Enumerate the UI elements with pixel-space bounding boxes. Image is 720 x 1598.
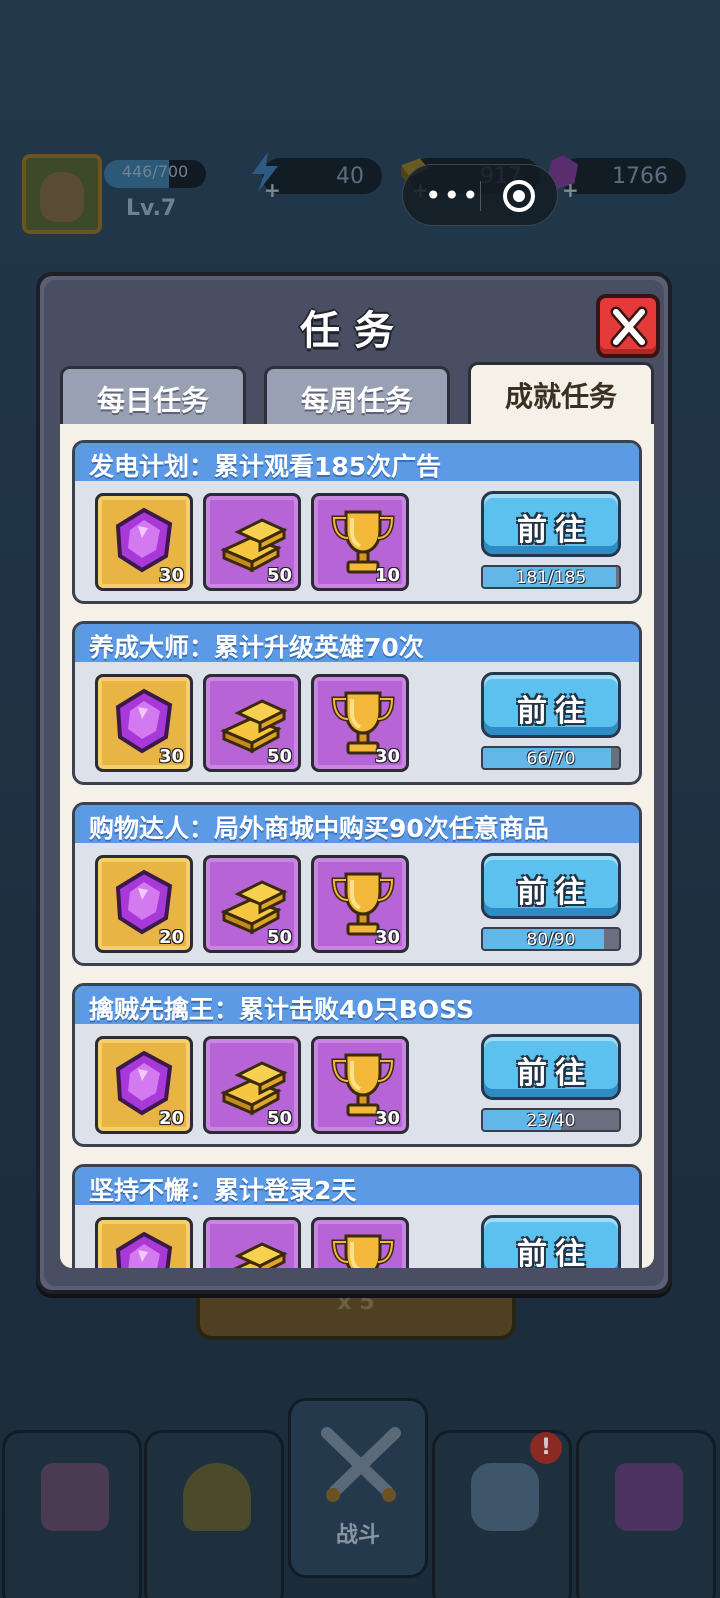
fist-icon: [471, 1463, 539, 1531]
bottom-nav: 战斗: [0, 1398, 720, 1598]
reward-slot[interactable]: 20: [95, 855, 193, 953]
tab-daily-label: 每日任务: [96, 384, 209, 417]
task-card: 擒贼先擒王：累计击败40只BOSS 20 50 30 前往 23/40: [72, 983, 642, 1147]
go-button-label: 前往: [517, 694, 593, 729]
dialog-body: 任务 每日任务 每周任务 成就任务 发电计划：累计观看185次广告 30 50 10 前…: [44, 280, 664, 1286]
go-button[interactable]: 前往: [481, 1215, 621, 1268]
progress-text: 80/90: [526, 930, 576, 950]
dialog-title: 任务: [300, 308, 408, 354]
reward-slot[interactable]: 50: [203, 1036, 301, 1134]
reward-quantity: 50: [266, 746, 292, 767]
reward-quantity: 30: [158, 565, 184, 586]
nav-book[interactable]: [576, 1430, 716, 1598]
task-header: 养成大师：累计升级英雄70次: [75, 624, 639, 662]
tab-daily[interactable]: 每日任务: [60, 366, 246, 426]
nav-shop[interactable]: [2, 1430, 142, 1598]
plus-icon: +: [264, 178, 281, 202]
task-header: 擒贼先擒王：累计击败40只BOSS: [75, 986, 639, 1024]
go-button[interactable]: 前往: [481, 1034, 621, 1100]
reward-slot[interactable]: [203, 1217, 301, 1268]
task-header: 坚持不懈：累计登录2天: [75, 1167, 639, 1205]
task-progress-bar: 181/185: [481, 565, 621, 589]
task-card: 养成大师：累计升级英雄70次 30 50 30 前往 66/70: [72, 621, 642, 785]
go-button[interactable]: 前往: [481, 853, 621, 919]
player-avatar[interactable]: [22, 154, 102, 234]
reward-quantity: 30: [374, 927, 400, 948]
tab-weekly-label: 每周任务: [300, 384, 413, 417]
reward-quantity: 50: [266, 927, 292, 948]
reward-slot[interactable]: 10: [311, 493, 409, 591]
task-progress-bar: 80/90: [481, 927, 621, 951]
avatar-portrait: [40, 172, 84, 222]
task-header: 购物达人：局外商城中购买90次任意商品: [75, 805, 639, 843]
reward-slot[interactable]: 50: [203, 674, 301, 772]
task-header: 发电计划：累计观看185次广告: [75, 443, 639, 481]
reward-slot[interactable]: 50: [203, 493, 301, 591]
reward-slot[interactable]: [311, 1217, 409, 1268]
tab-weekly[interactable]: 每周任务: [264, 366, 450, 426]
reward-slot[interactable]: [95, 1217, 193, 1268]
close-button[interactable]: [596, 294, 660, 358]
nav-battle-label: 战斗: [335, 1523, 380, 1548]
task-title: 发电计划：累计观看185次广告: [89, 452, 442, 481]
go-button-label: 前往: [517, 1056, 593, 1091]
top-hud: 446/700 Lv.7 + 40 + 917 + 1766: [0, 150, 720, 240]
reward-slot[interactable]: 30: [95, 674, 193, 772]
task-title: 坚持不懈：累计登录2天: [89, 1176, 357, 1205]
task-card: 购物达人：局外商城中购买90次任意商品 20 50 30 前往 80/90: [72, 802, 642, 966]
plus-icon: +: [562, 178, 579, 202]
reward-quantity: 50: [266, 565, 292, 586]
shop-icon: [41, 1463, 109, 1531]
task-title: 养成大师：累计升级英雄70次: [89, 633, 424, 662]
task-progress-bar: 66/70: [481, 746, 621, 770]
reward-quantity: 30: [374, 746, 400, 767]
reward-quantity: 20: [158, 1108, 184, 1129]
spellbook-icon: [615, 1463, 683, 1531]
go-button[interactable]: 前往: [481, 491, 621, 557]
more-menu-icon[interactable]: •••: [425, 179, 481, 212]
energy-counter[interactable]: + 40: [252, 152, 382, 202]
gem-value: 1766: [612, 164, 668, 189]
nav-battle[interactable]: 战斗: [288, 1398, 428, 1578]
task-list[interactable]: 发电计划：累计观看185次广告 30 50 10 前往 181/185 养成大师：累计升级英…: [60, 424, 654, 1268]
reward-quantity: 50: [266, 1108, 292, 1129]
progress-text: 23/40: [526, 1111, 576, 1131]
reward-quantity: 30: [374, 1108, 400, 1129]
reward-slot[interactable]: 30: [311, 674, 409, 772]
energy-value: 40: [336, 164, 364, 189]
task-title: 购物达人：局外商城中购买90次任意商品: [89, 814, 549, 843]
go-button-label: 前往: [517, 875, 593, 910]
crossed-swords-icon: [321, 1427, 401, 1502]
tab-achievements-label: 成就任务: [504, 380, 617, 413]
reward-quantity: 10: [374, 565, 400, 586]
gem-counter[interactable]: + 1766: [547, 155, 686, 202]
progress-text: 181/185: [515, 568, 587, 588]
task-card: 坚持不懈：累计登录2天前往: [72, 1164, 642, 1268]
nav-heroes[interactable]: [144, 1430, 284, 1598]
reward-slot[interactable]: 20: [95, 1036, 193, 1134]
progress-text: 66/70: [526, 749, 576, 769]
miniprogram-capsule: •••: [402, 164, 558, 226]
go-button[interactable]: 前往: [481, 672, 621, 738]
go-button-label: 前往: [517, 1237, 593, 1268]
reward-slot[interactable]: 30: [311, 855, 409, 953]
reward-quantity: 20: [158, 927, 184, 948]
capsule-divider: [480, 181, 481, 211]
reward-quantity: 30: [158, 746, 184, 767]
helmet-icon: [183, 1463, 251, 1531]
tab-achievements[interactable]: 成就任务: [468, 362, 654, 426]
close-icon: [610, 306, 648, 348]
xp-text: 446/700: [121, 162, 189, 181]
task-progress-bar: 23/40: [481, 1108, 621, 1132]
go-button-label: 前往: [517, 513, 593, 548]
reward-slot[interactable]: 30: [95, 493, 193, 591]
reward-slot[interactable]: 30: [311, 1036, 409, 1134]
task-title: 擒贼先擒王：累计击败40只BOSS: [89, 995, 474, 1024]
close-miniprogram-icon[interactable]: [503, 180, 535, 212]
reward-slot[interactable]: 50: [203, 855, 301, 953]
task-dialog: 任务 每日任务 每周任务 成就任务 发电计划：累计观看185次广告 30 50 10 前…: [36, 272, 672, 1294]
notification-badge: !: [530, 1432, 562, 1464]
player-level: Lv.7: [126, 196, 177, 221]
task-card: 发电计划：累计观看185次广告 30 50 10 前往 181/185: [72, 440, 642, 604]
